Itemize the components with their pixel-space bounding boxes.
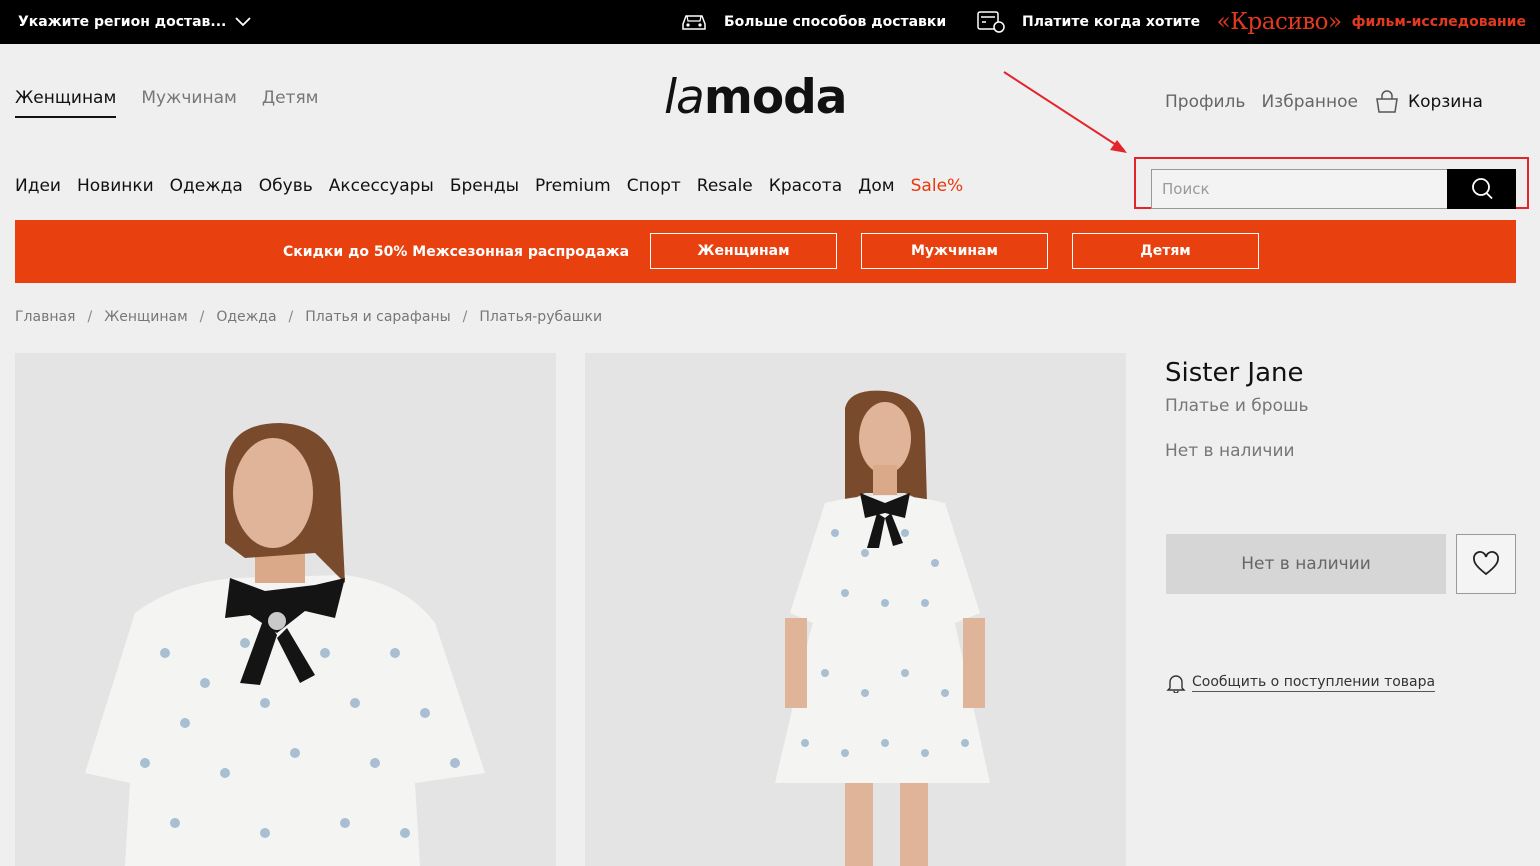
bell-icon (1166, 675, 1186, 693)
product-brand[interactable]: Sister Jane (1165, 358, 1304, 388)
chevron-down-icon (235, 17, 252, 27)
breadcrumb-separator: / (87, 309, 93, 325)
notify-when-available-link[interactable]: Сообщить о поступлении товара (1166, 673, 1436, 693)
payment-info[interactable]: Платите когда хотите (976, 0, 1200, 44)
payment-terminal-icon (977, 11, 1005, 33)
profile-link[interactable]: Профиль (1165, 92, 1245, 112)
delivery-info[interactable]: Больше способов доставки (680, 0, 946, 44)
breadcrumb-item[interactable]: Одежда (216, 309, 276, 325)
category-accessories[interactable]: Аксессуары (329, 176, 434, 196)
notify-label: Сообщить о поступлении товара (1192, 674, 1436, 692)
shopping-bag-icon (1376, 90, 1398, 113)
category-new[interactable]: Новинки (77, 176, 154, 196)
banner-button-women[interactable]: Женщинам (650, 233, 837, 269)
category-ideas[interactable]: Идеи (15, 176, 61, 196)
user-nav: Профиль Избранное Корзина (1165, 90, 1483, 114)
gender-tab-kids[interactable]: Детям (262, 88, 319, 118)
search-icon (1471, 178, 1493, 200)
favorites-link[interactable]: Избранное (1261, 92, 1358, 112)
category-nav: Идеи Новинки Одежда Обувь Аксессуары Бре… (15, 176, 963, 196)
category-premium[interactable]: Premium (535, 176, 611, 196)
car-icon (682, 15, 706, 30)
site-logo[interactable]: lamoda (664, 70, 848, 125)
region-label: Укажите регион достав... (18, 14, 227, 30)
banner-button-kids[interactable]: Детям (1072, 233, 1259, 269)
promo-brand: «Красиво» (1216, 9, 1342, 35)
breadcrumb-item[interactable]: Женщинам (104, 309, 187, 325)
region-selector[interactable]: Укажите регион достав... (18, 0, 252, 44)
payment-label: Платите когда хотите (1022, 14, 1201, 30)
breadcrumb-item[interactable]: Платья и сарафаны (305, 309, 450, 325)
category-shoes[interactable]: Обувь (259, 176, 313, 196)
search-button[interactable] (1447, 169, 1516, 209)
gender-nav: Женщинам Мужчинам Детям (15, 88, 319, 118)
top-bar: Укажите регион достав... Больше способов… (0, 0, 1540, 44)
logo-moda: moda (703, 70, 848, 125)
breadcrumb-item[interactable]: Главная (15, 309, 75, 325)
promo-link[interactable]: «Красиво» фильм-исследование (1217, 0, 1526, 44)
delivery-label: Больше способов доставки (724, 14, 947, 30)
promo-banner: Скидки до 50% Межсезонная распродажа Жен… (15, 220, 1516, 283)
product-photo-1[interactable] (15, 353, 556, 866)
add-to-favorites-button[interactable] (1456, 534, 1516, 594)
heart-icon (1473, 551, 1499, 576)
logo-la: la (664, 70, 705, 125)
breadcrumb-item[interactable]: Платья-рубашки (479, 309, 602, 325)
category-sport[interactable]: Спорт (627, 176, 681, 196)
product-photo-2[interactable] (585, 353, 1126, 866)
product-name: Платье и брошь (1165, 396, 1309, 416)
category-brands[interactable]: Бренды (450, 176, 519, 196)
search-bar (1151, 169, 1516, 209)
banner-button-men[interactable]: Мужчинам (861, 233, 1048, 269)
out-of-stock-button: Нет в наличии (1166, 534, 1446, 594)
search-input[interactable] (1151, 169, 1447, 209)
breadcrumb-separator: / (462, 309, 468, 325)
cart-link[interactable]: Корзина (1374, 90, 1483, 114)
category-clothing[interactable]: Одежда (170, 176, 243, 196)
availability-text: Нет в наличии (1165, 441, 1295, 461)
gender-tab-women[interactable]: Женщинам (15, 88, 117, 118)
category-home[interactable]: Дом (858, 176, 895, 196)
gender-tab-men[interactable]: Мужчинам (141, 88, 237, 118)
breadcrumb-separator: / (199, 309, 205, 325)
breadcrumb: Главная / Женщинам / Одежда / Платья и с… (15, 309, 602, 325)
category-beauty[interactable]: Красота (769, 176, 842, 196)
category-resale[interactable]: Resale (697, 176, 753, 196)
breadcrumb-separator: / (288, 309, 294, 325)
banner-text: Скидки до 50% Межсезонная распродажа (283, 243, 630, 260)
category-sale[interactable]: Sale% (911, 176, 964, 196)
cart-label: Корзина (1408, 92, 1483, 112)
promo-film-label: фильм-исследование (1351, 14, 1526, 30)
